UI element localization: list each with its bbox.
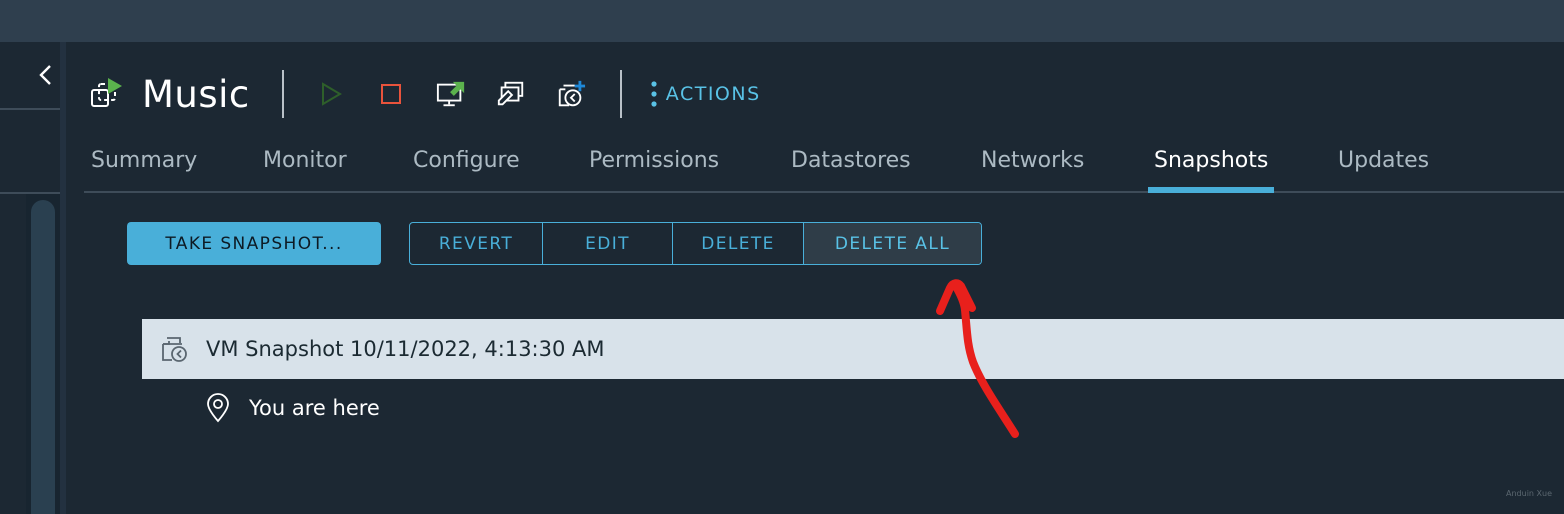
object-header: Music ACTIONS: [90, 68, 761, 120]
actions-menu-button[interactable]: ACTIONS: [650, 79, 761, 109]
snapshot-button-group: REVERT EDIT DELETE DELETE ALL: [409, 222, 982, 265]
tab-networks[interactable]: Networks: [981, 148, 1084, 193]
vm-powered-on-icon: [91, 78, 122, 107]
edit-settings-button[interactable]: [496, 79, 526, 109]
current-state-node: You are here: [205, 392, 380, 424]
watermark: Anduin Xue: [1506, 489, 1552, 498]
tab-snapshots[interactable]: Snapshots: [1147, 148, 1275, 193]
chevron-left-icon: [39, 65, 51, 85]
tab-datastores[interactable]: Datastores: [791, 148, 911, 193]
snapshot-add-icon: [558, 80, 585, 107]
play-icon: [321, 82, 342, 106]
snapshot-name: VM Snapshot 10/11/2022, 4:13:30 AM: [206, 337, 605, 361]
snapshot-icon: [162, 337, 187, 362]
power-off-button[interactable]: [376, 79, 406, 109]
panel-splitter[interactable]: [60, 42, 66, 514]
take-snapshot-button[interactable]: [556, 79, 586, 109]
take-snapshot-primary-button[interactable]: TAKE SNAPSHOT...: [127, 222, 381, 265]
header-separator: [619, 70, 622, 118]
revert-button[interactable]: REVERT: [410, 223, 543, 264]
delete-all-button[interactable]: DELETE ALL: [804, 223, 981, 264]
panel-divider: [0, 108, 60, 110]
vertical-ellipsis-icon: [651, 81, 657, 107]
location-pin-icon: [207, 393, 229, 423]
tab-summary[interactable]: Summary: [91, 148, 197, 193]
header-separator: [281, 70, 284, 118]
tab-configure[interactable]: Configure: [413, 148, 520, 193]
edit-settings-icon: [497, 81, 523, 106]
object-tabs: Summary Monitor Configure Permissions Da…: [84, 140, 1564, 193]
delete-button[interactable]: DELETE: [673, 223, 804, 264]
launch-console-button[interactable]: [436, 79, 466, 109]
tab-permissions[interactable]: Permissions: [589, 148, 719, 193]
tab-updates[interactable]: Updates: [1338, 148, 1429, 193]
top-nav-bar: [0, 0, 1564, 42]
stop-icon: [380, 84, 401, 104]
snapshot-tree-node[interactable]: VM Snapshot 10/11/2022, 4:13:30 AM: [142, 319, 1564, 379]
actions-label: ACTIONS: [665, 83, 761, 105]
launch-console-icon: [436, 81, 464, 107]
scrollbar-thumb[interactable]: [31, 200, 55, 514]
tab-monitor[interactable]: Monitor: [263, 148, 347, 193]
power-on-button[interactable]: [316, 79, 346, 109]
collapse-panel-button[interactable]: [34, 60, 58, 90]
you-are-here-label: You are here: [249, 396, 380, 420]
edit-button[interactable]: EDIT: [543, 223, 673, 264]
vm-name: Music: [142, 72, 250, 116]
